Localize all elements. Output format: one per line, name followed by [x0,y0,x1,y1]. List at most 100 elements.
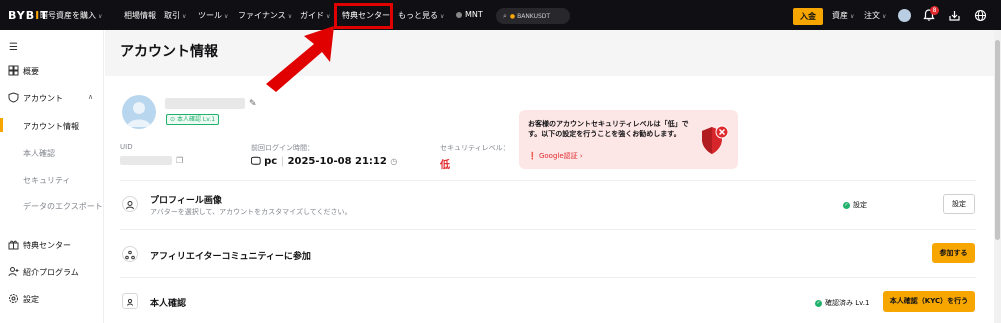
set-profile-image-button[interactable]: 設定 [943,194,975,214]
nav-tools[interactable]: ツール ∨ [198,10,228,21]
nav-markets[interactable]: 相場情報 [124,10,156,21]
divider [120,277,976,278]
sidebar-subitem-security[interactable]: セキュリティ [23,175,71,186]
chevron-down-icon: ∨ [182,13,187,20]
nav-trade-label: 取引 [164,11,180,20]
top-navigation-bar: BYBIT 暗号資産を購入 ∨ 相場情報 取引 ∨ ツール ∨ ファイナンス ∨ ガイド… [0,0,1001,30]
last-login-time: 2025-10-08 21:12 [287,156,387,167]
mnt-token-icon [456,11,462,18]
user-plus-icon [8,267,19,277]
nav-buy-crypto-label: 暗号資産を購入 [40,11,96,20]
username-redacted [165,98,245,109]
verification-badge-label: 本人確認 Lv.1 [176,116,216,123]
chevron-down-icon: ∨ [98,13,103,20]
sidebar-item-label: アカウント [23,94,63,103]
sidebar-item-label: 概要 [23,67,39,76]
search-icon: ⌕ [503,12,507,20]
clock-icon[interactable]: ◷ [390,157,397,166]
divider [120,180,976,181]
nav-mnt-label: MNT [465,10,483,19]
security-level-label: セキュリティレベル： [440,144,510,152]
nav-buy-crypto[interactable]: 暗号資産を購入 ∨ [40,10,102,21]
deposit-button[interactable]: 入金 [793,8,823,25]
check-circle-icon: ⊙ [170,116,176,123]
nav-orders[interactable]: 注文 ∨ [864,10,886,21]
sidebar-subitem-account-info[interactable]: アカウント情報 [23,121,79,132]
separator: | [280,156,285,167]
last-login-label: 前回ログイン時間： [251,144,314,152]
nav-assets-label: 資産 [832,11,848,20]
uid-value-redacted [120,156,172,165]
check-icon: ✓ [843,201,850,209]
nav-trade[interactable]: 取引 ∨ [164,10,186,21]
sidebar-item-settings[interactable]: 設定 [0,291,103,309]
nav-tools-label: ツール [198,11,222,20]
verification-badge: ⊙ 本人確認 Lv.1 [166,114,220,125]
alert-icon: ❗ [528,152,537,160]
nav-markets-label: 相場情報 [124,11,156,20]
search-input[interactable]: ⌕ ● BANKUSDT [496,8,570,24]
menu-collapse-icon[interactable]: ☰ [9,42,18,53]
sidebar-item-referral[interactable]: 紹介プログラム [0,264,103,282]
page-title: アカウント情報 [120,44,218,60]
sidebar-subitem-identity[interactable]: 本人確認 [23,148,55,159]
chevron-down-icon: ∨ [326,13,331,20]
identity-verification-status-label: 確認済み Lv.1 [825,299,870,307]
shield-warning-icon [702,125,728,154]
globe-icon[interactable] [974,9,987,22]
nav-more-label: もっと見る [398,11,438,20]
monitor-icon: 🖵 [251,156,261,167]
sidebar-item-label: 設定 [23,295,39,304]
google-auth-link-label: Google認証 [538,152,578,160]
security-level-value: 低 [440,160,450,171]
kyc-button[interactable]: 本人確認（KYC）を行う [883,291,975,312]
active-indicator [0,118,3,132]
edit-icon[interactable]: ✎ [249,99,257,109]
nav-guide-label: ガイド [300,11,324,20]
shield-icon [8,92,19,103]
chevron-down-icon: ∨ [287,13,293,20]
user-avatar[interactable] [898,9,911,22]
chevron-down-icon: ∨ [440,13,445,20]
sidebar-item-overview[interactable]: 概要 [0,63,103,81]
profile-image-status: ✓ 設定 [843,200,867,210]
sidebar-item-account[interactable]: アカウント ∧ [0,90,103,108]
user-silhouette-icon [127,102,151,127]
last-login-value: 🖵 pc | 2025-10-08 21:12 ◷ [251,156,397,167]
affiliate-community-title: アフィリエイターコミュニティーに参加 [150,252,311,262]
nav-assets[interactable]: 資産 ∨ [832,10,854,21]
join-community-button[interactable]: 参加する [932,243,975,263]
gift-icon [8,240,19,250]
overview-icon [8,65,19,76]
profile-image-desc: アバターを選択して、アカウントをカスタマイズしてください。 [150,208,352,216]
chevron-down-icon: ∨ [882,13,887,20]
last-login-device: pc [264,156,278,167]
nav-orders-label: 注文 [864,11,880,20]
profile-image-status-label: 設定 [853,201,867,209]
download-icon[interactable] [948,9,961,22]
notification-badge: 8 [930,6,939,15]
nav-finance-label: ファイナンス [238,11,286,20]
identity-verification-title: 本人確認 [150,299,187,309]
scrollbar-thumb[interactable] [995,40,1000,240]
profile-image-icon [122,196,138,212]
google-auth-link[interactable]: ❗ Google認証 › [528,151,583,161]
nav-guide[interactable]: ガイド ∨ [300,10,330,21]
chevron-up-icon: ∧ [88,93,94,101]
chevron-down-icon: ∨ [224,13,229,20]
sidebar-item-label: 特典センター [23,241,71,250]
sidebar-item-rewards[interactable]: 特典センター [0,237,103,255]
gear-icon [9,294,18,303]
nav-mnt[interactable]: MNT [456,10,483,19]
profile-avatar[interactable] [122,95,156,129]
nav-more[interactable]: もっと見る ∨ [398,10,444,21]
copy-icon[interactable]: ❐ [176,156,183,165]
nav-finance[interactable]: ファイナンス ∨ [238,10,292,21]
chevron-down-icon: ∨ [850,13,855,20]
identity-verification-status: ✓ 確認済み Lv.1 [815,298,869,308]
community-icon [122,246,138,262]
divider [120,229,976,230]
id-card-icon [122,293,138,309]
sidebar-subitem-data-export[interactable]: データのエクスポート [23,201,103,212]
annotation-arrow [266,26,334,92]
